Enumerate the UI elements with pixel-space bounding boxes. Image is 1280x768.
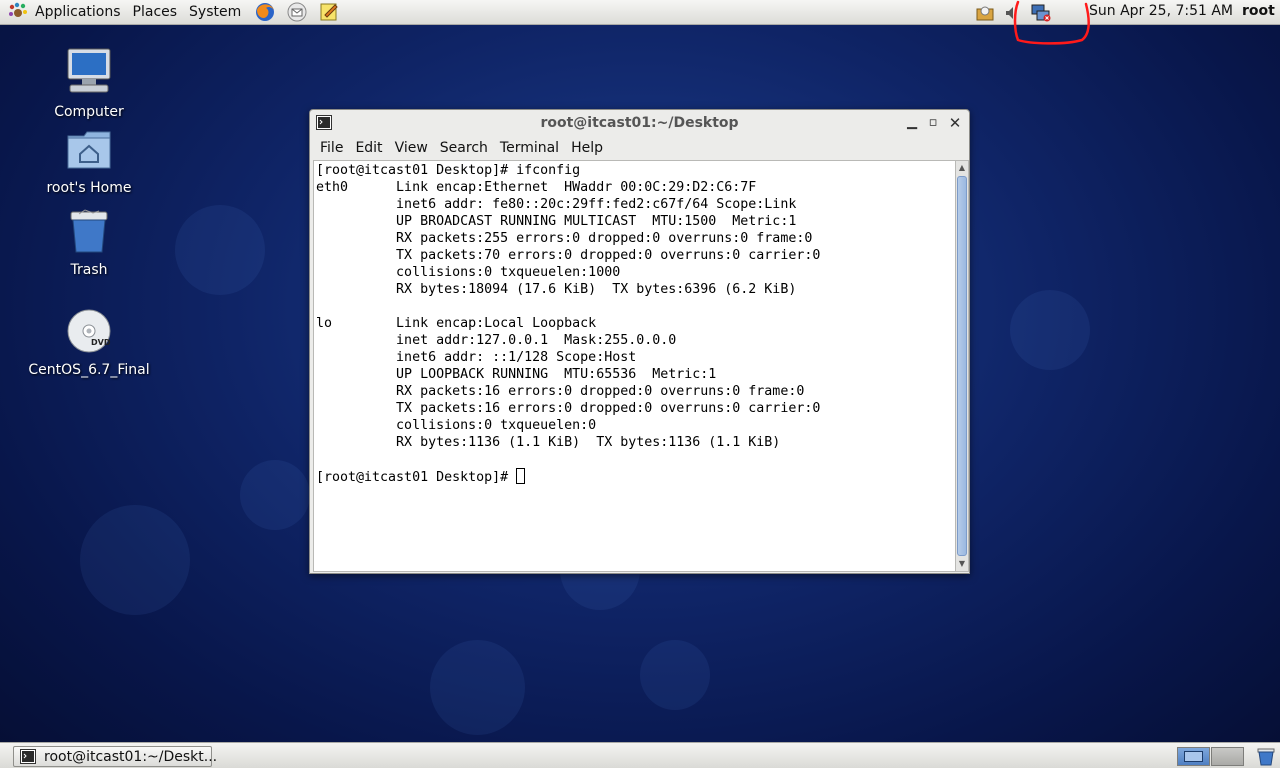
notes-editor-icon[interactable] bbox=[317, 1, 341, 23]
menu-terminal[interactable]: Terminal bbox=[494, 140, 565, 156]
terminal-line: collisions:0 txqueuelen:0 bbox=[316, 418, 597, 433]
maximize-button[interactable]: ▫ bbox=[924, 114, 942, 132]
firefox-icon[interactable] bbox=[253, 1, 277, 23]
trash-applet-icon[interactable] bbox=[1256, 747, 1276, 766]
title-bar[interactable]: root@itcast01:~/Desktop ▁ ▫ ✕ bbox=[310, 110, 969, 136]
updates-icon[interactable] bbox=[973, 2, 997, 24]
desktop-icon-label: Trash bbox=[70, 262, 108, 278]
terminal-app-icon bbox=[20, 749, 36, 764]
window-title: root@itcast01:~/Desktop bbox=[540, 115, 739, 131]
terminal-line: lo Link encap:Local Loopback bbox=[316, 316, 597, 331]
trash-icon bbox=[67, 208, 111, 258]
close-button[interactable]: ✕ bbox=[946, 114, 964, 132]
terminal-output[interactable]: [root@itcast01 Desktop]# ifconfig eth0 Li… bbox=[313, 160, 956, 572]
terminal-line: eth0 Link encap:Ethernet HWaddr 00:0C:29… bbox=[316, 180, 757, 195]
terminal-menu-bar: File Edit View Search Terminal Help bbox=[310, 136, 969, 160]
menu-file[interactable]: File bbox=[314, 140, 349, 156]
menu-view[interactable]: View bbox=[389, 140, 434, 156]
top-panel: Applications Places System Sun Apr 25, 7… bbox=[0, 0, 1280, 25]
terminal-line: TX packets:70 errors:0 dropped:0 overrun… bbox=[316, 248, 821, 263]
svg-text:DVD: DVD bbox=[91, 338, 111, 347]
scroll-up-arrow[interactable]: ▲ bbox=[956, 161, 968, 175]
terminal-line: TX packets:16 errors:0 dropped:0 overrun… bbox=[316, 401, 821, 416]
system-menu[interactable]: System bbox=[183, 0, 247, 25]
applications-menu[interactable]: Applications bbox=[29, 0, 127, 25]
terminal-window: root@itcast01:~/Desktop ▁ ▫ ✕ File Edit … bbox=[309, 109, 970, 574]
system-tray bbox=[973, 0, 1053, 25]
desktop-icon-computer[interactable]: Computer bbox=[24, 46, 154, 120]
terminal-line: [root@itcast01 Desktop]# ifconfig bbox=[316, 163, 581, 178]
desktop-icon-label: CentOS_6.7_Final bbox=[28, 362, 150, 378]
terminal-line: RX bytes:1136 (1.1 KiB) TX bytes:1136 (1… bbox=[316, 435, 781, 450]
volume-icon[interactable] bbox=[1001, 2, 1023, 24]
taskbar-terminal-label: root@itcast01:~/Deskt... bbox=[44, 748, 218, 765]
menu-edit[interactable]: Edit bbox=[349, 140, 388, 156]
menu-help[interactable]: Help bbox=[565, 140, 609, 156]
terminal-line: RX packets:16 errors:0 dropped:0 overrun… bbox=[316, 384, 805, 399]
user-menu[interactable]: root bbox=[1242, 3, 1275, 19]
desktop-icon-home[interactable]: root's Home bbox=[24, 128, 154, 196]
scroll-thumb[interactable] bbox=[957, 176, 967, 556]
terminal-line: UP BROADCAST RUNNING MULTICAST MTU:1500 … bbox=[316, 214, 797, 229]
terminal-line: inet6 addr: ::1/128 Scope:Host bbox=[316, 350, 637, 365]
workspace-1[interactable] bbox=[1177, 747, 1210, 766]
mail-client-icon[interactable] bbox=[285, 1, 309, 23]
terminal-line: RX bytes:18094 (17.6 KiB) TX bytes:6396 … bbox=[316, 282, 797, 297]
scroll-down-arrow[interactable]: ▼ bbox=[956, 557, 968, 571]
computer-icon bbox=[64, 46, 114, 100]
gnome-foot-icon[interactable] bbox=[7, 1, 29, 23]
menu-search[interactable]: Search bbox=[434, 140, 494, 156]
terminal-prompt: [root@itcast01 Desktop]# bbox=[316, 470, 517, 485]
terminal-line: inet6 addr: fe80::20c:29ff:fed2:c67f/64 … bbox=[316, 197, 797, 212]
minimize-button[interactable]: ▁ bbox=[903, 114, 921, 132]
network-disconnected-icon[interactable] bbox=[1029, 2, 1053, 24]
places-menu[interactable]: Places bbox=[127, 0, 184, 25]
vertical-scrollbar[interactable]: ▲ ▼ bbox=[955, 160, 969, 572]
taskbar-terminal-button[interactable]: root@itcast01:~/Deskt... bbox=[13, 746, 217, 767]
desktop-icon-label: root's Home bbox=[46, 180, 132, 196]
terminal-line: collisions:0 txqueuelen:1000 bbox=[316, 265, 621, 280]
home-folder-icon bbox=[66, 128, 112, 176]
clock[interactable]: Sun Apr 25, 7:51 AM bbox=[1089, 3, 1233, 19]
terminal-line: UP LOOPBACK RUNNING MTU:65536 Metric:1 bbox=[316, 367, 717, 382]
terminal-prompt-line[interactable]: [root@itcast01 Desktop]# bbox=[316, 468, 955, 486]
workspace-2[interactable] bbox=[1211, 747, 1244, 766]
dvd-icon: DVD bbox=[66, 308, 112, 358]
terminal-line: RX packets:255 errors:0 dropped:0 overru… bbox=[316, 231, 813, 246]
text-cursor bbox=[516, 468, 526, 484]
bottom-panel: root@itcast01:~/Deskt... bbox=[0, 742, 1280, 768]
desktop-icon-trash[interactable]: Trash bbox=[24, 208, 154, 278]
terminal-line: inet addr:127.0.0.1 Mask:255.0.0.0 bbox=[316, 333, 677, 348]
desktop-icon-label: Computer bbox=[54, 104, 124, 120]
desktop-icon-dvd[interactable]: DVD CentOS_6.7_Final bbox=[24, 308, 154, 378]
